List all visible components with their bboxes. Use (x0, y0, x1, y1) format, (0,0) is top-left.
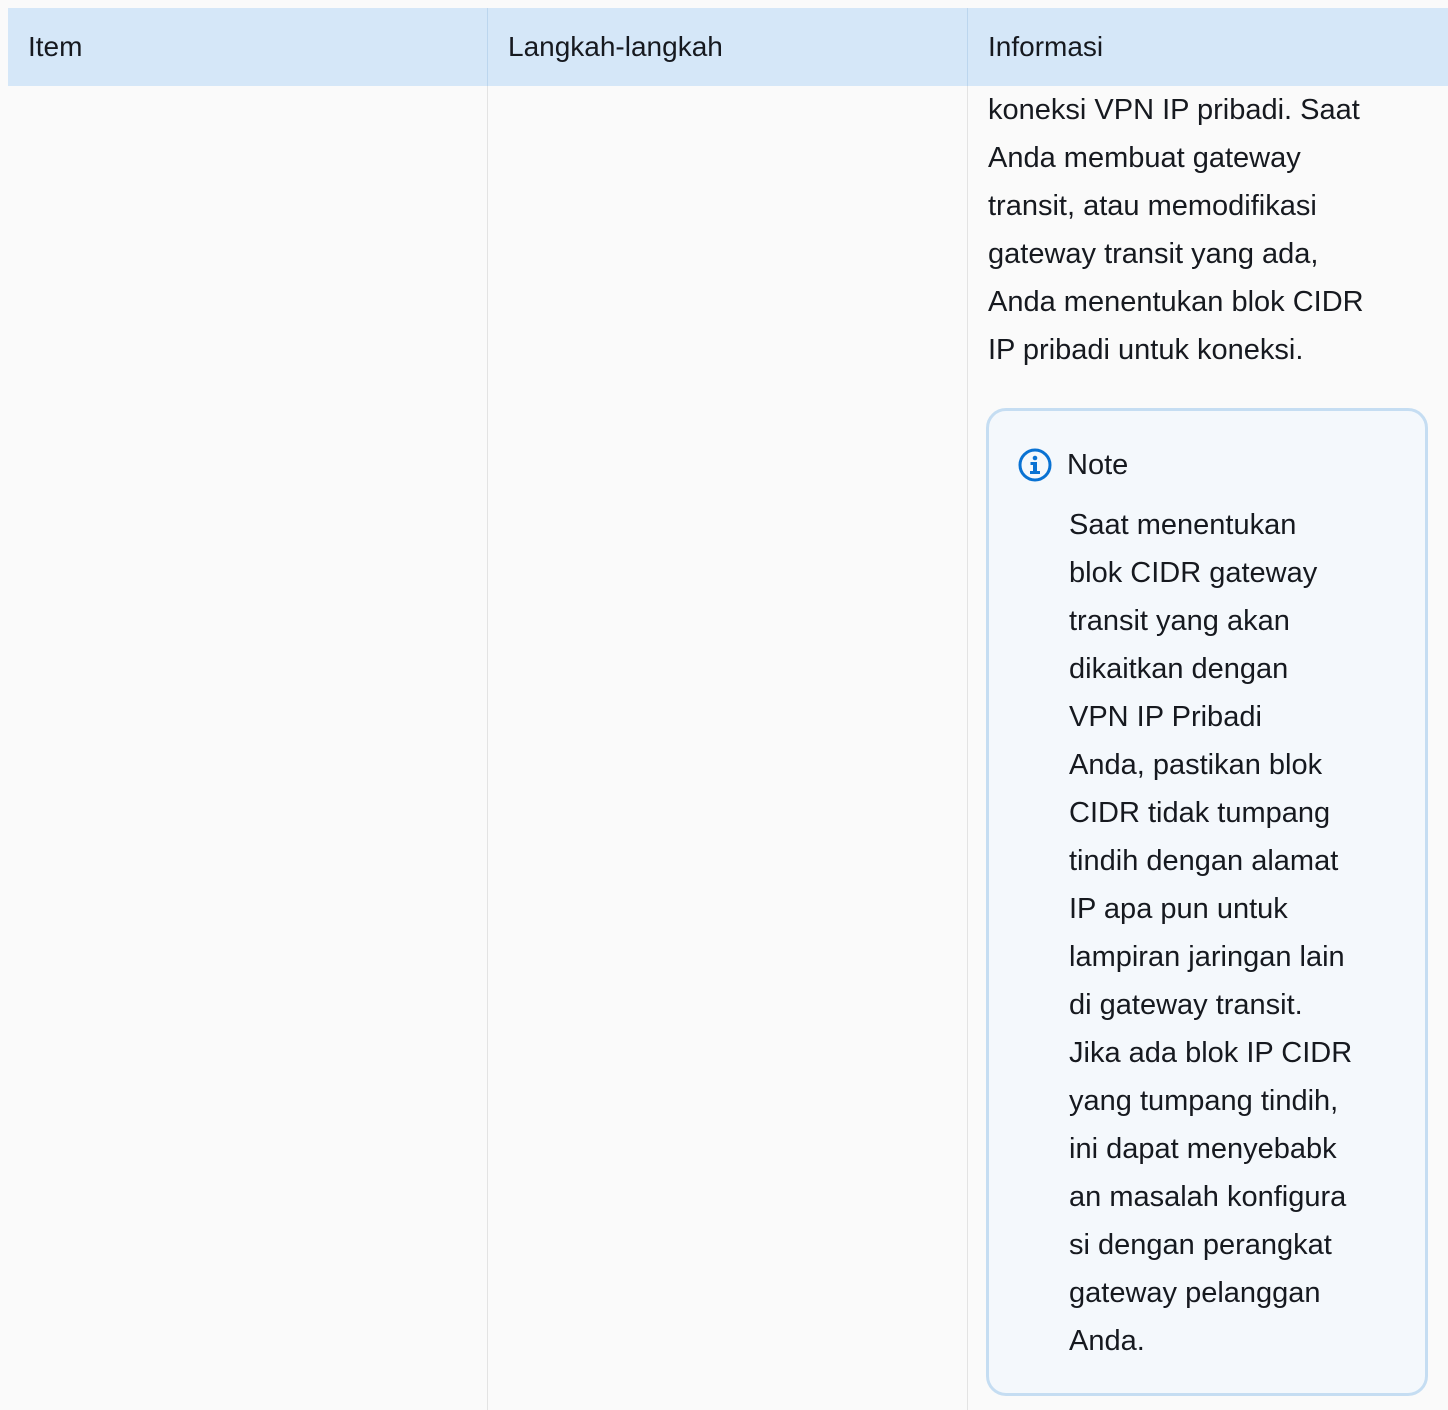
note-line: ini dapat menyebabk (1069, 1133, 1337, 1165)
note-line: VPN IP Pribadi (1069, 701, 1262, 733)
info-line: IP pribadi untuk koneksi. (988, 334, 1304, 366)
info-table: Item Langkah-langkah Informasi koneksi V… (0, 0, 1448, 1410)
note-header: Note (1017, 445, 1128, 485)
note-line: IP apa pun untuk (1069, 893, 1288, 925)
cell-item (8, 86, 488, 1410)
note-line: CIDR tidak tumpang (1069, 797, 1331, 829)
column-header-steps: Langkah-langkah (488, 8, 968, 86)
info-circle-icon (1017, 447, 1053, 483)
info-line: Anda membuat gateway (988, 142, 1301, 174)
note-line: blok CIDR gateway (1069, 557, 1318, 589)
column-header-item: Item (8, 8, 488, 86)
note-line: Anda, pastikan blok (1069, 749, 1323, 781)
note-line: an masalah konfigura (1069, 1181, 1347, 1213)
table-row: koneksi VPN IP pribadi. Saat Anda membua… (8, 86, 1448, 1410)
note-line: yang tumpang tindih, (1069, 1085, 1339, 1117)
table-header-row: Item Langkah-langkah Informasi (8, 8, 1448, 86)
info-line: koneksi VPN IP pribadi. Saat (988, 94, 1360, 126)
note-line: dikaitkan dengan (1069, 653, 1289, 685)
note-line: lampiran jaringan lain (1069, 941, 1345, 973)
note-line: Jika ada blok IP CIDR (1069, 1037, 1353, 1069)
note-line: si dengan perangkat (1069, 1229, 1332, 1261)
note-title: Note (1067, 449, 1129, 481)
note-line: transit yang akan (1069, 605, 1290, 637)
column-header-info: Informasi (988, 31, 1104, 62)
note-line: Saat menentukan (1069, 509, 1297, 541)
cell-steps (488, 86, 968, 1410)
note-line: Anda. (1069, 1325, 1145, 1357)
note-body: Saat menentukan blok CIDR gateway transi… (1069, 501, 1399, 1365)
cell-info: koneksi VPN IP pribadi. Saat Anda membua… (968, 86, 1448, 1410)
note-line: tindih dengan alamat (1069, 845, 1339, 877)
info-line: Anda menentukan blok CIDR (988, 286, 1364, 318)
note-line: gateway pelanggan (1069, 1277, 1321, 1309)
info-line: gateway transit yang ada, (988, 238, 1319, 270)
note-callout: Note Saat menentukan blok CIDR gateway t… (986, 408, 1428, 1396)
info-paragraph: koneksi VPN IP pribadi. Saat Anda membua… (988, 86, 1418, 374)
info-line: transit, atau memodifikasi (988, 190, 1317, 222)
note-line: di gateway transit. (1069, 989, 1303, 1021)
